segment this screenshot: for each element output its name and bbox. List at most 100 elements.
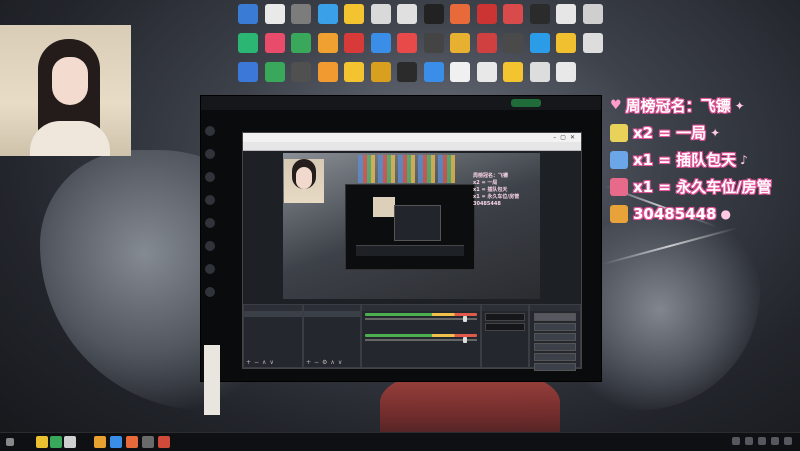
system-tray[interactable] <box>732 437 792 447</box>
tray-icon[interactable] <box>758 437 766 445</box>
volume-slider[interactable] <box>365 337 477 343</box>
desktop-app-icon[interactable] <box>344 62 364 82</box>
replay-buffer-button[interactable] <box>534 333 576 341</box>
desktop-app-icon[interactable] <box>264 4 285 24</box>
taskbar-app-icon[interactable] <box>158 436 170 448</box>
stream-overlay: ♥ 周榜冠名：飞镖 ✦ x2 = 一局 ✦ x1 = 插队包天 ♪ x1 = 永… <box>610 92 800 227</box>
desktop-app-icon[interactable] <box>264 62 285 82</box>
exit-button[interactable] <box>534 363 576 371</box>
webcam-feed <box>0 25 131 156</box>
start-streaming-button[interactable] <box>534 313 576 321</box>
mixer-dock-header <box>362 305 480 311</box>
taskbar-app-icon[interactable] <box>64 436 76 448</box>
desktop-app-icon[interactable] <box>423 62 444 82</box>
controls-dock <box>529 304 581 371</box>
desktop-app-icon[interactable] <box>317 4 338 24</box>
desktop-app-icon[interactable] <box>423 4 444 24</box>
scene-item[interactable] <box>244 311 302 317</box>
desktop-app-icon[interactable] <box>317 62 338 82</box>
studio-mode-button[interactable] <box>534 343 576 351</box>
desktop-app-icon[interactable] <box>397 62 417 82</box>
taskbar-app-icon[interactable] <box>50 436 62 448</box>
taskbar-app-icon[interactable] <box>110 436 122 448</box>
sidebar-dot-icon[interactable] <box>205 218 215 228</box>
sidebar-dot-icon[interactable] <box>205 126 215 136</box>
desktop-app-icon[interactable] <box>450 4 470 24</box>
desktop-app-icon[interactable] <box>238 33 258 53</box>
desktop-app-icon[interactable] <box>291 62 311 82</box>
tray-icon[interactable] <box>732 437 740 445</box>
desktop-app-icon[interactable] <box>529 33 550 53</box>
sidebar-dot-icon[interactable] <box>205 264 215 274</box>
desktop-app-icon[interactable] <box>582 4 603 24</box>
obs-main-window[interactable]: –▢✕ 周榜冠名：飞镖 x2 = 一局 x1 = 插队包天 x1 = 永久车位/… <box>242 132 582 371</box>
desktop-app-icon[interactable] <box>476 4 497 24</box>
settings-button[interactable] <box>534 353 576 361</box>
desktop-app-icon[interactable] <box>397 4 417 24</box>
desktop-app-icon[interactable] <box>291 4 311 24</box>
window-controls[interactable]: –▢✕ <box>553 133 579 142</box>
sparkle-icon: ✦ <box>734 98 745 113</box>
taskbar-app-icon[interactable] <box>36 436 48 448</box>
taskbar-app-icon[interactable] <box>94 436 106 448</box>
obs-preview[interactable]: 周榜冠名：飞镖 x2 = 一局 x1 = 插队包天 x1 = 永久车位/房管 3… <box>283 153 540 299</box>
desktop-app-icon[interactable] <box>476 33 497 53</box>
desktop-app-icon[interactable] <box>476 62 497 82</box>
preview-face <box>296 167 312 189</box>
sidebar-dot-icon[interactable] <box>205 149 215 159</box>
sidebar-dot-icon[interactable] <box>205 241 215 251</box>
desktop-app-icon[interactable] <box>291 33 311 53</box>
desktop-app-icon[interactable] <box>582 33 603 53</box>
desktop-app-icon[interactable] <box>397 33 417 53</box>
desktop-app-icon[interactable] <box>503 62 523 82</box>
heart-icon: ♥ <box>610 98 622 113</box>
source-item[interactable] <box>304 335 360 341</box>
desktop-app-icon[interactable] <box>238 62 258 82</box>
projector-record-button[interactable] <box>511 99 541 107</box>
sidebar-dot-icon[interactable] <box>205 195 215 205</box>
sources-toolbar[interactable]: +−⚙∧∨ <box>306 359 345 366</box>
overlay-line-gift2: x1 = 插队包天 ♪ <box>610 146 800 173</box>
desktop-app-icon[interactable] <box>370 4 391 24</box>
sidebar-dot-icon[interactable] <box>205 287 215 297</box>
preview-overlay-text: 周榜冠名：飞镖 x2 = 一局 x1 = 插队包天 x1 = 永久车位/房管 3… <box>473 173 519 208</box>
desktop-app-icon[interactable] <box>370 62 391 82</box>
desktop-app-icon[interactable] <box>529 62 550 82</box>
projector-titlebar[interactable] <box>201 96 601 110</box>
desktop-app-icon[interactable] <box>529 4 550 24</box>
overlay-line-gift1: x2 = 一局 ✦ <box>610 119 800 146</box>
desktop-app-icon[interactable] <box>344 33 364 53</box>
gift-rocket-icon <box>610 177 628 196</box>
desktop-app-icon[interactable] <box>450 33 470 53</box>
sidebar-dot-icon[interactable] <box>205 172 215 182</box>
transitions-dock-header <box>482 305 528 311</box>
transition-duration-input[interactable] <box>485 323 525 331</box>
qq-penguin-icon <box>610 204 628 223</box>
desktop-app-icon[interactable] <box>370 33 391 53</box>
overlay-text: x1 = 永久车位/房管 <box>633 178 772 196</box>
desktop-app-icon[interactable] <box>423 33 444 53</box>
transition-select[interactable] <box>485 313 525 321</box>
desktop-app-icon[interactable] <box>556 33 576 53</box>
tray-icon[interactable] <box>784 437 792 445</box>
scenes-toolbar[interactable]: +−∧∨ <box>246 359 277 366</box>
desktop-app-icon[interactable] <box>503 33 523 53</box>
volume-slider[interactable] <box>365 316 477 322</box>
preview-overlay-line: x2 = 一局 <box>473 180 498 186</box>
desktop-app-icon[interactable] <box>238 4 258 24</box>
desktop-app-icon[interactable] <box>503 4 523 24</box>
taskbar-app-icon[interactable] <box>142 436 154 448</box>
tray-icon[interactable] <box>745 437 753 445</box>
desktop-app-icon[interactable] <box>344 4 364 24</box>
desktop-app-icon[interactable] <box>450 62 470 82</box>
start-button[interactable] <box>6 438 14 446</box>
start-recording-button[interactable] <box>534 323 576 331</box>
desktop-app-icon[interactable] <box>556 4 576 24</box>
webcam-body <box>30 121 110 156</box>
obs-titlebar[interactable]: –▢✕ <box>243 133 581 142</box>
desktop-app-icon[interactable] <box>317 33 338 53</box>
desktop-app-icon[interactable] <box>556 62 576 82</box>
taskbar-app-icon[interactable] <box>126 436 138 448</box>
desktop-app-icon[interactable] <box>264 33 285 53</box>
tray-icon[interactable] <box>771 437 779 445</box>
